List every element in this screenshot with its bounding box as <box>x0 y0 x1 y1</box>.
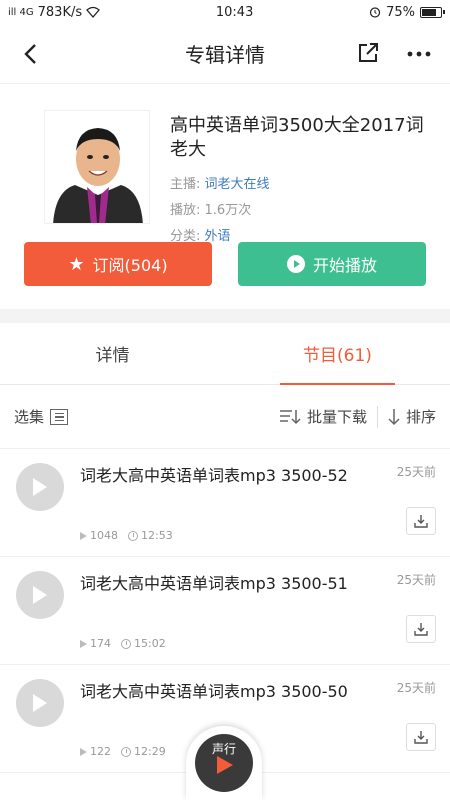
tab-details[interactable]: 详情 <box>0 323 225 384</box>
batch-download-label: 批量下载 <box>306 408 367 426</box>
host-label: 主播: <box>170 177 201 192</box>
episode-plays: 174 <box>90 637 111 650</box>
episode-duration: 12:53 <box>141 529 173 542</box>
wifi-icon <box>86 6 101 18</box>
episode-list: 词老大高中英语单词表mp3 3500-52 25天前 1048 12:53 词老… <box>0 449 450 773</box>
episode-stats: 122 12:29 <box>80 745 166 758</box>
episode-title: 词老大高中英语单词表mp3 3500-52 <box>80 466 348 485</box>
clock-icon <box>121 638 131 649</box>
select-episodes-button[interactable]: 选集 <box>14 406 69 427</box>
section-divider <box>0 309 450 323</box>
start-play-label: 开始播放 <box>312 256 377 275</box>
list-item[interactable]: 词老大高中英语单词表mp3 3500-52 25天前 1048 12:53 <box>0 449 450 557</box>
alarm-icon <box>369 7 381 18</box>
plays-row: 播放: 1.6万次 <box>170 198 426 224</box>
plays-icon <box>80 639 87 648</box>
select-label: 选集 <box>14 408 45 426</box>
list-item[interactable]: 词老大高中英语单词表mp3 3500-51 25天前 174 15:02 <box>0 557 450 665</box>
host-row: 主播: 词老大在线 <box>170 172 426 198</box>
episode-duration: 12:29 <box>134 745 166 758</box>
sort-label: 排序 <box>405 408 436 426</box>
episode-stats: 174 15:02 <box>80 637 166 650</box>
play-icon <box>217 756 233 774</box>
battery-icon <box>420 6 445 18</box>
batch-download-button[interactable]: 批量下载 <box>279 406 367 427</box>
episode-plays: 1048 <box>90 529 118 542</box>
episode-play-icon[interactable] <box>16 463 64 511</box>
clock-time: 10:43 <box>215 4 254 20</box>
battery-percent: 75% <box>386 4 415 20</box>
toolbar-divider <box>376 405 378 428</box>
list-icon <box>50 408 69 425</box>
episode-title: 词老大高中英语单词表mp3 3500-50 <box>80 682 348 701</box>
album-title: 高中英语单词3500大全2017词老大 <box>170 115 424 160</box>
plays-icon <box>80 747 87 756</box>
tab-bar: 详情 节目(61) <box>0 323 450 385</box>
clock-icon <box>121 746 131 757</box>
download-icon[interactable] <box>406 615 436 643</box>
download-icon[interactable] <box>406 507 436 535</box>
play-circle-icon <box>286 255 305 273</box>
player-label: 声行 <box>211 742 236 756</box>
signal-indicator: ill 4G <box>8 6 34 18</box>
host-link[interactable]: 词老大在线 <box>205 177 270 192</box>
player-disc: 声行 <box>195 734 253 792</box>
floating-player[interactable]: 声行 <box>186 726 262 800</box>
start-play-button[interactable]: 开始播放 <box>238 242 426 286</box>
download-icon[interactable] <box>406 723 436 751</box>
episode-toolbar: 选集 批量下载 排序 <box>0 385 450 449</box>
episode-play-icon[interactable] <box>16 679 64 727</box>
network-speed: 783K/s <box>37 4 83 20</box>
episode-play-icon[interactable] <box>16 571 64 619</box>
sort-button[interactable]: 排序 <box>388 406 436 427</box>
subscribe-label: 订阅(504) <box>92 256 168 275</box>
share-icon[interactable] <box>356 41 382 67</box>
episode-date: 25天前 <box>396 465 436 479</box>
tab-episodes[interactable]: 节目(61) <box>225 323 450 385</box>
more-icon[interactable] <box>406 41 432 67</box>
episode-title: 词老大高中英语单词表mp3 3500-51 <box>80 574 348 593</box>
star-icon: ★ <box>68 253 85 275</box>
back-icon[interactable] <box>16 40 44 68</box>
page-title: 专辑详情 <box>185 43 265 67</box>
plays-label: 播放: <box>170 203 201 218</box>
clock-icon <box>128 530 138 541</box>
album-cover <box>44 110 150 224</box>
episode-stats: 1048 12:53 <box>80 529 173 542</box>
episode-date: 25天前 <box>396 681 436 695</box>
episode-duration: 15:02 <box>134 637 166 650</box>
batch-download-icon <box>279 409 301 424</box>
plays-count: 1.6万次 <box>204 203 252 218</box>
subscribe-button[interactable]: ★ 订阅(504) <box>24 242 212 286</box>
episode-date: 25天前 <box>396 573 436 587</box>
status-bar: ill 4G 783K/s 10:43 75% <box>0 0 450 24</box>
plays-icon <box>80 531 87 540</box>
sort-arrow-icon <box>388 408 400 425</box>
episode-plays: 122 <box>90 745 111 758</box>
album-header: 高中英语单词3500大全2017词老大 主播: 词老大在线 播放: 1.6万次 … <box>0 84 450 244</box>
nav-bar: 专辑详情 <box>0 24 450 84</box>
